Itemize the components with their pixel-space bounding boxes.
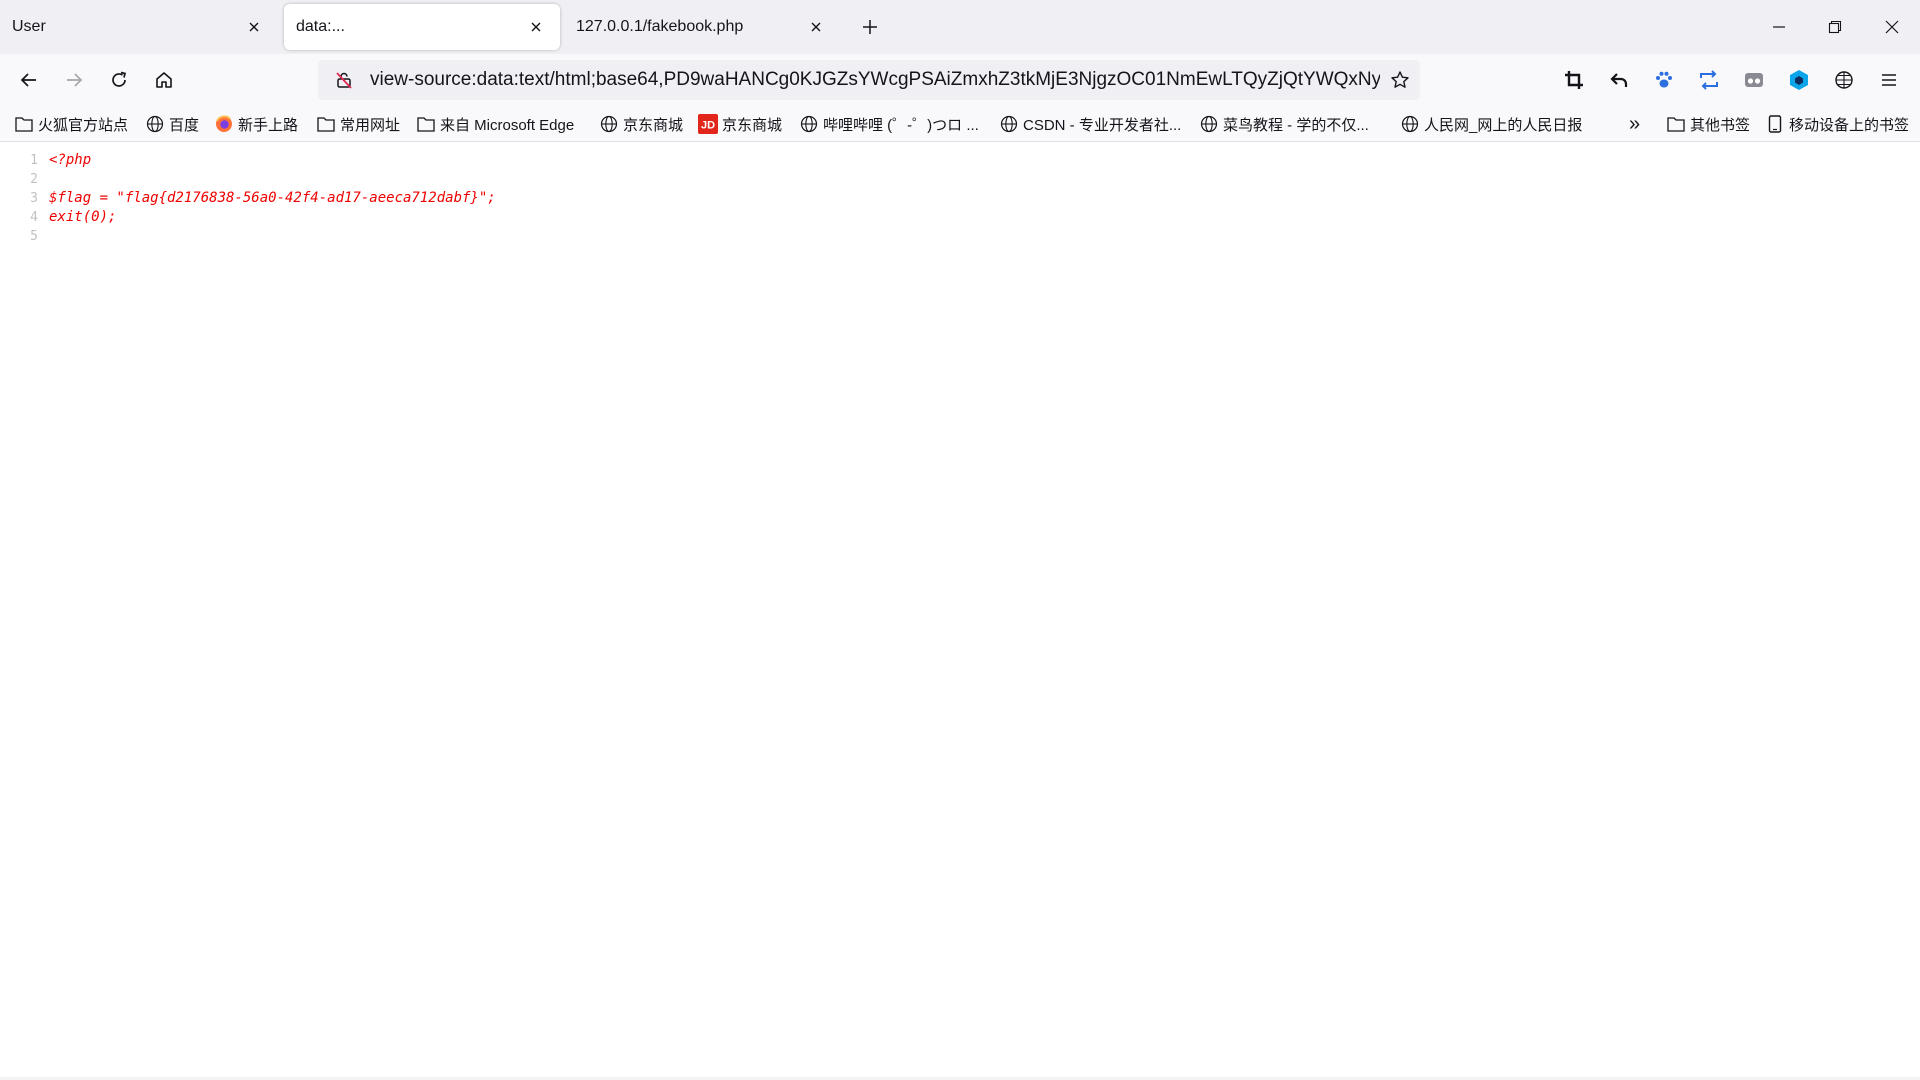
bookmark-label: 移动设备上的书签 <box>1789 116 1910 134</box>
sync-icon[interactable] <box>1693 64 1725 96</box>
cube-icon[interactable] <box>1783 64 1815 96</box>
bookmark-label: CSDN - 专业开发者社... <box>1023 116 1182 134</box>
globe-icon <box>1199 114 1219 134</box>
minimize-icon <box>1773 26 1785 28</box>
bookmark-label: 人民网_网上的人民日报 <box>1424 116 1583 134</box>
tab-strip: User data:... 127.0.0.1/fakebook.php <box>0 0 1920 54</box>
bookmark-item[interactable]: JD 京东商城 <box>698 112 782 136</box>
source-code <box>48 227 49 246</box>
source-line: 1 <?php <box>0 151 1920 170</box>
back-icon <box>20 73 36 87</box>
back-button[interactable] <box>11 62 47 98</box>
bookmark-item[interactable]: 百度 <box>145 112 199 136</box>
folder-icon <box>316 114 336 134</box>
source-code: <?php <box>49 152 92 168</box>
bookmark-item[interactable]: 新手上路 <box>214 112 298 136</box>
close-tab-icon[interactable] <box>804 15 828 39</box>
bookmark-label: 哔哩哔哩 (゜-゜)つロ ... <box>823 116 979 134</box>
minimize-button[interactable] <box>1751 0 1807 54</box>
undo-icon[interactable] <box>1603 64 1635 96</box>
reload-button[interactable] <box>101 62 137 98</box>
tab-user[interactable]: User <box>0 4 278 50</box>
bookmark-item[interactable]: 其他书签 <box>1666 112 1750 136</box>
bookmarks-overflow-button[interactable]: » <box>1629 112 1640 136</box>
bookmark-item[interactable]: 火狐官方站点 <box>14 112 128 136</box>
source-line: 5 <box>0 227 1920 246</box>
close-window-button[interactable] <box>1864 0 1920 54</box>
forward-button[interactable] <box>56 62 92 98</box>
source-code <box>48 170 49 189</box>
address-bar[interactable]: view-source:data:text/html;base64,PD9waH… <box>318 60 1420 100</box>
bookmark-item[interactable]: 京东商城 <box>599 112 683 136</box>
tab-data[interactable]: data:... <box>284 4 560 50</box>
source-code: exit(0); <box>49 209 117 225</box>
url-text: view-source:data:text/html;base64,PD9waH… <box>370 69 1380 90</box>
translate-icon[interactable] <box>1828 64 1860 96</box>
globe-icon <box>145 114 165 134</box>
mobile-icon <box>1765 114 1785 134</box>
firefox-icon <box>214 114 234 134</box>
close-icon <box>1885 20 1899 34</box>
bookmarks-toolbar: 火狐官方站点 百度 新手上路 常用网址 来自 Microsoft Edge 京东… <box>0 106 1920 142</box>
line-number: 4 <box>30 210 38 225</box>
folder-icon <box>1666 114 1686 134</box>
bookmark-item[interactable]: 常用网址 <box>316 112 400 136</box>
source-line: 3 $flag = "flag{d2176838-56a0-42f4-ad17-… <box>0 189 1920 208</box>
folder-icon <box>416 114 436 134</box>
bookmark-label: 新手上路 <box>238 116 299 134</box>
globe-icon <box>799 114 819 134</box>
source-line: 2 <box>0 170 1920 189</box>
globe-icon <box>599 114 619 134</box>
tab-title: data:... <box>296 18 345 35</box>
bookmark-label: 京东商城 <box>722 116 783 134</box>
tab-fakebook[interactable]: 127.0.0.1/fakebook.php <box>564 4 840 50</box>
navigation-toolbar: view-source:data:text/html;base64,PD9waH… <box>0 54 1920 106</box>
bookmark-label: 常用网址 <box>340 116 401 134</box>
view-source-content: 1 <?php 2 3 $flag = "flag{d2176838-56a0-… <box>0 142 1920 1080</box>
source-line: 4 exit(0); <box>0 208 1920 227</box>
menu-icon[interactable] <box>1873 64 1905 96</box>
bookmark-item[interactable]: 来自 Microsoft Edge <box>416 112 574 136</box>
bookmark-label: 京东商城 <box>623 116 684 134</box>
home-icon <box>156 72 172 88</box>
line-number: 1 <box>30 153 38 168</box>
reload-icon <box>112 71 127 87</box>
forward-icon <box>67 73 83 87</box>
new-tab-button[interactable] <box>855 12 885 42</box>
tab-title: 127.0.0.1/fakebook.php <box>576 18 744 35</box>
source-code: $flag = "flag{d2176838-56a0-42f4-ad17-ae… <box>49 190 496 206</box>
restore-icon <box>1828 20 1842 34</box>
line-number: 3 <box>30 191 38 206</box>
paw-icon[interactable] <box>1648 64 1680 96</box>
tab-title: User <box>12 18 46 35</box>
bookmark-label: 百度 <box>169 116 200 134</box>
line-number: 5 <box>30 229 38 244</box>
bookmark-label: 来自 Microsoft Edge <box>440 116 575 134</box>
bookmark-item[interactable]: 哔哩哔哩 (゜-゜)つロ ... <box>799 112 979 136</box>
bookmark-item[interactable]: 人民网_网上的人民日报 <box>1400 112 1582 136</box>
folder-icon <box>14 114 34 134</box>
bookmark-label: 菜鸟教程 - 学的不仅... <box>1223 116 1369 134</box>
crop-icon[interactable] <box>1558 64 1590 96</box>
site-info-icon[interactable] <box>324 60 364 100</box>
plus-icon <box>863 20 877 34</box>
close-tab-icon[interactable] <box>524 15 548 39</box>
home-button[interactable] <box>146 62 182 98</box>
restore-button[interactable] <box>1807 0 1863 54</box>
svg-text:JD: JD <box>701 120 715 132</box>
bookmark-label: 其他书签 <box>1690 116 1751 134</box>
close-tab-icon[interactable] <box>242 15 266 39</box>
jd-icon: JD <box>698 114 718 134</box>
line-number: 2 <box>30 172 38 187</box>
bookmark-item[interactable]: 菜鸟教程 - 学的不仅... <box>1199 112 1369 136</box>
chevron-double-right-icon: » <box>1629 112 1641 135</box>
bookmark-item[interactable]: 移动设备上的书签 <box>1765 112 1909 136</box>
globe-icon <box>1400 114 1420 134</box>
bookmark-label: 火狐官方站点 <box>38 116 129 134</box>
games-icon[interactable] <box>1738 64 1770 96</box>
bookmark-star-icon[interactable] <box>1380 60 1420 100</box>
globe-icon <box>999 114 1019 134</box>
bookmark-item[interactable]: CSDN - 专业开发者社... <box>999 112 1181 136</box>
